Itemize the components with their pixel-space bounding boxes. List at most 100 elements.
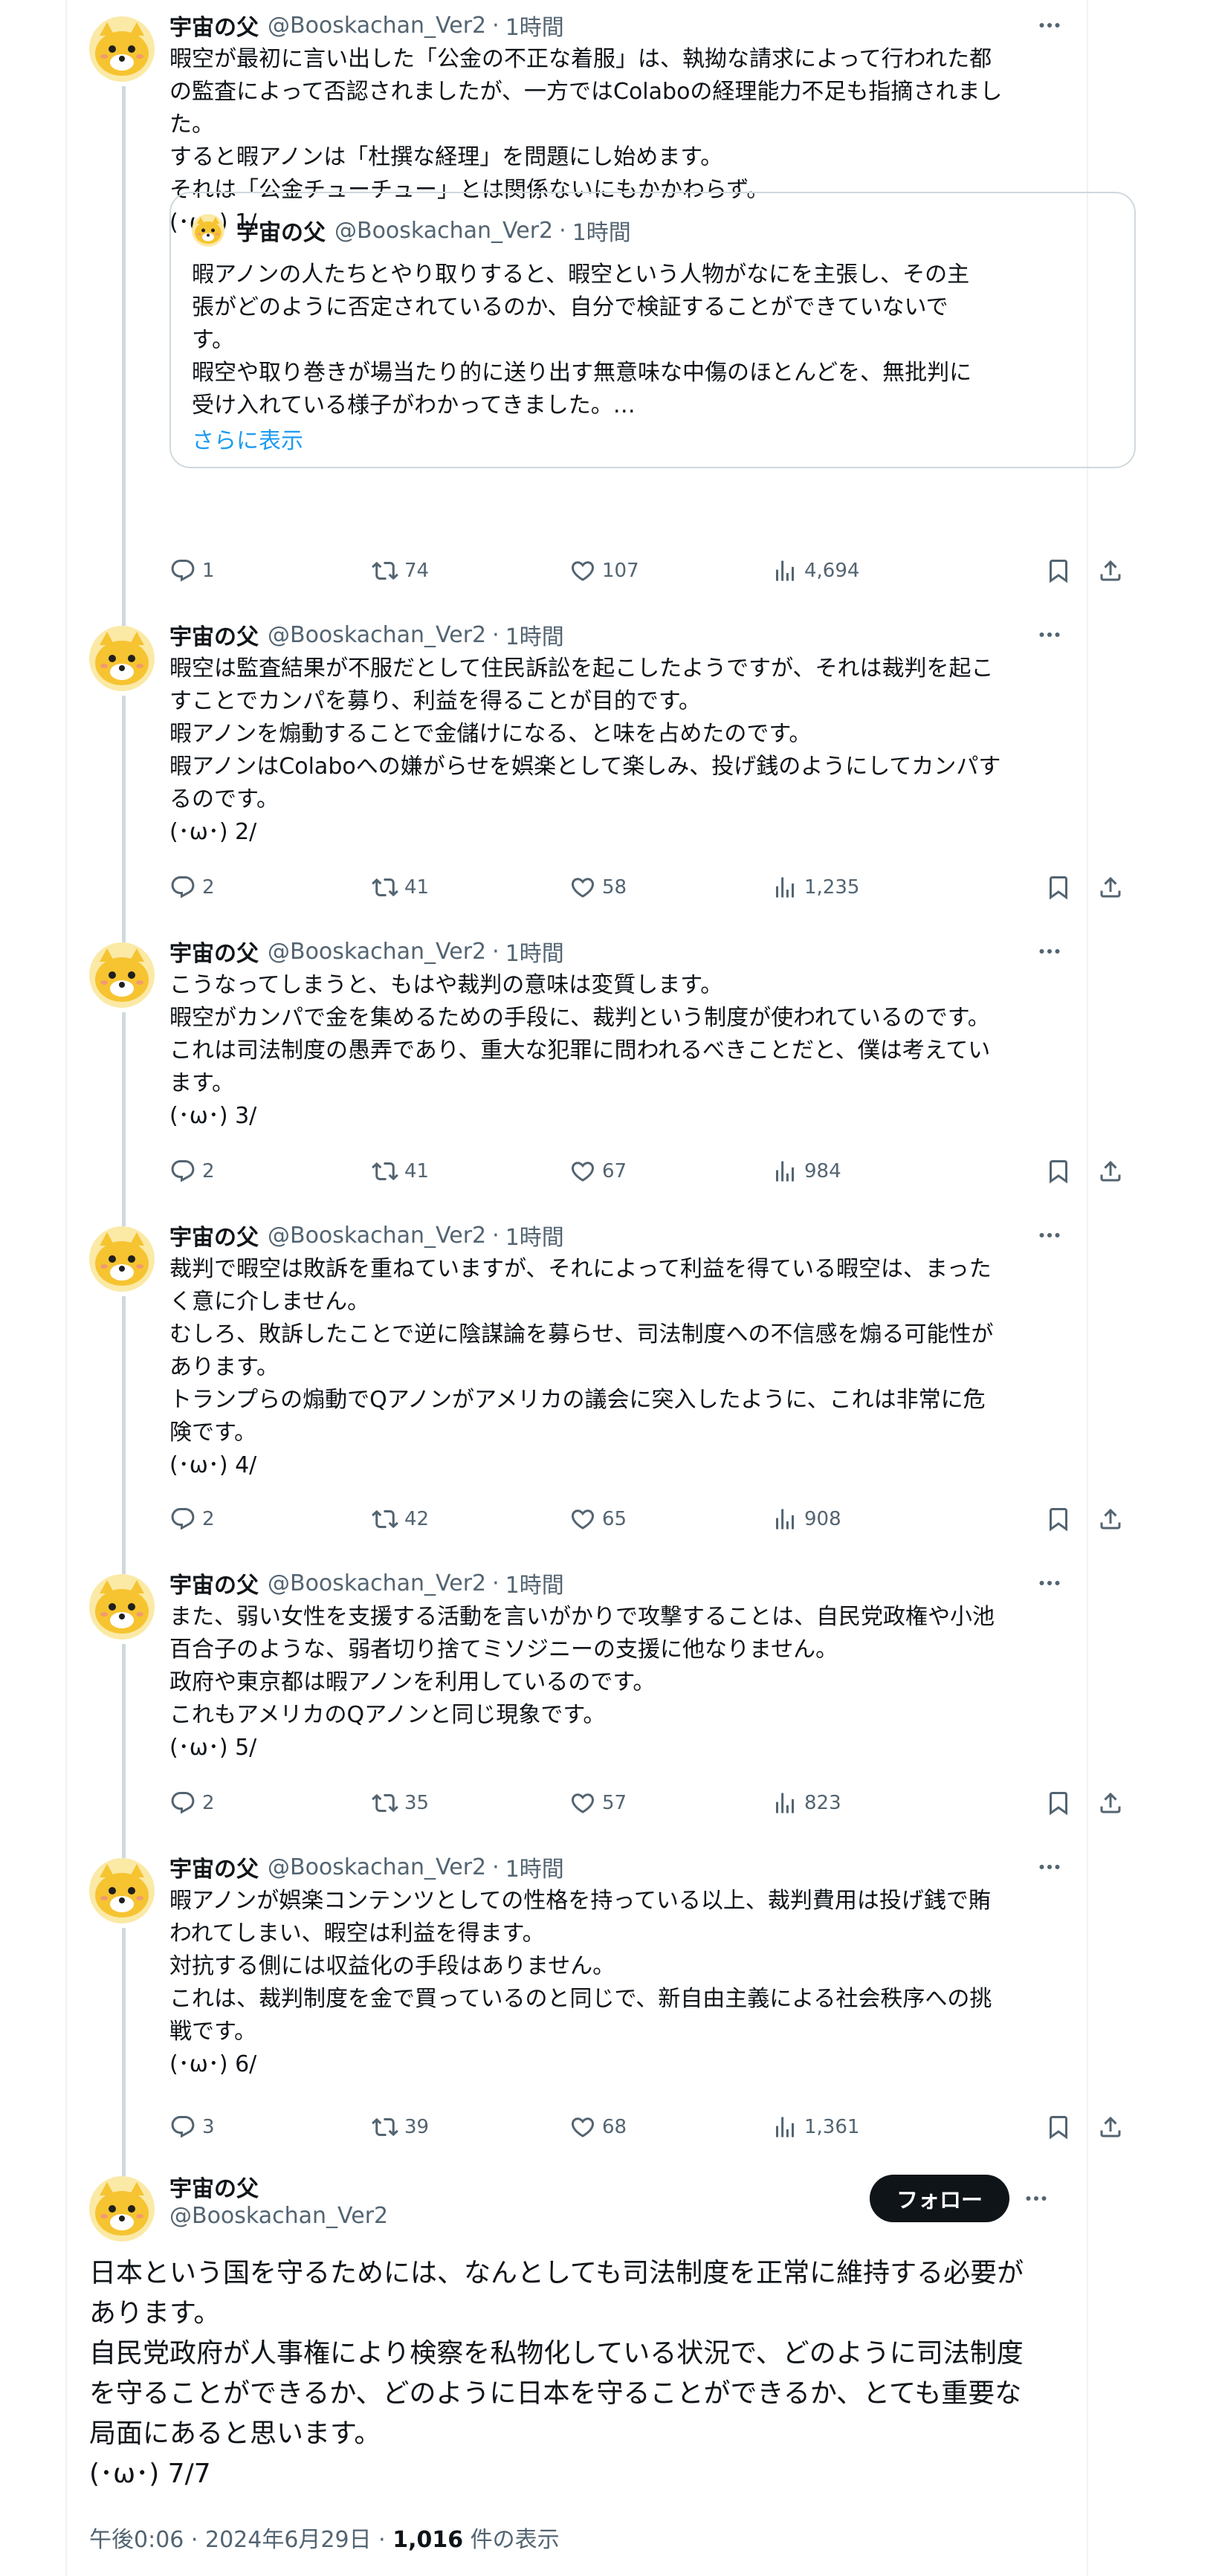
bookmark-button[interactable] [1045,1503,1072,1535]
more-icon[interactable] [1035,936,1064,966]
more-icon[interactable] [1035,1852,1064,1882]
author-handle[interactable]: @Booskachan_Ver2 [268,13,486,39]
retweet-icon [372,2114,404,2140]
retweet-icon [372,1506,404,1533]
share-button[interactable] [1097,1503,1124,1535]
author-handle[interactable]: @Booskachan_Ver2 [268,939,486,965]
avatar [192,214,224,247]
retweet-button[interactable]: 39 [372,2111,429,2143]
views-button[interactable]: 908 [772,1503,841,1535]
views-button[interactable]: 823 [772,1787,841,1819]
retweet-button[interactable]: 41 [372,1155,429,1188]
separator-dot: · [559,217,566,244]
tweet-text: 日本という国を守るためには、なんとしても司法制度を正常に維持する必要が あります… [89,2258,1024,2489]
quoted-tweet-text: 暇アノンの人たちとやり取りすると、暇空という人物がなにを主張し、その主 張がどの… [192,262,972,418]
bookmark-button[interactable] [1045,2111,1072,2143]
reply-icon [169,557,202,584]
avatar[interactable] [89,942,155,1008]
quoted-tweet[interactable]: 宇宙の父 @Booskachan_Ver2 · 1時間 暇アノンの人たちとやり取りすると… [169,192,1136,468]
share-button[interactable] [1097,1155,1124,1188]
share-button[interactable] [1097,871,1124,904]
more-icon[interactable] [1035,10,1064,40]
like-button[interactable]: 67 [569,1155,627,1188]
bookmark-button[interactable] [1045,1155,1072,1188]
follow-button[interactable]: フォロー [870,2175,1009,2222]
avatar[interactable] [89,626,155,691]
author-handle[interactable]: @Booskachan_Ver2 [268,1223,486,1249]
retweet-count: 41 [404,876,430,899]
reply-button[interactable]: 2 [169,1787,215,1819]
reply-button[interactable]: 2 [169,871,215,904]
like-button[interactable]: 57 [569,1787,627,1819]
avatar[interactable] [89,1858,155,1923]
view-count-suffix: 件の表示 [463,2527,560,2553]
like-button[interactable]: 107 [569,554,639,587]
more-icon[interactable] [1021,2184,1051,2213]
avatar[interactable] [89,1226,155,1292]
timestamp[interactable]: 1時間 [505,1851,564,1883]
author-handle[interactable]: @Booskachan_Ver2 [268,622,486,648]
bookmark-button[interactable] [1045,1787,1072,1819]
tweet-header: 宇宙の父 @Booskachan_Ver2 · 1時間 [169,9,1064,42]
retweet-button[interactable]: 42 [372,1503,429,1535]
like-button[interactable]: 65 [569,1503,627,1535]
author-handle[interactable]: @Booskachan_Ver2 [268,1570,486,1596]
heart-icon [569,1158,602,1185]
more-icon[interactable] [1035,1220,1064,1250]
views-button[interactable]: 984 [772,1155,841,1188]
timestamp: 1時間 [572,220,631,246]
tweet: 宇宙の父 @Booskachan_Ver2 · 1時間 暇アノンが娯楽コンテンツとしての… [67,1842,1121,2163]
bookmark-button[interactable] [1045,554,1072,587]
timestamp[interactable]: 1時間 [505,618,564,651]
views-button[interactable]: 4,694 [772,554,859,587]
like-count: 65 [602,1508,627,1530]
views-button[interactable]: 1,235 [772,871,859,904]
avatar[interactable] [89,16,155,82]
retweet-count: 39 [404,2116,430,2138]
author-name[interactable]: 宇宙の父 [169,1219,259,1252]
author-name[interactable]: 宇宙の父 [169,1851,259,1883]
like-button[interactable]: 68 [569,2111,627,2143]
author-name[interactable]: 宇宙の父 [169,618,259,651]
avatar[interactable] [89,2176,155,2242]
avatar[interactable] [89,1574,155,1640]
more-icon[interactable] [1035,1568,1064,1598]
separator-dot: · [492,1854,500,1880]
author-name[interactable]: 宇宙の父 [169,1567,259,1599]
share-button[interactable] [1097,554,1124,587]
views-button[interactable]: 1,361 [772,2111,859,2143]
tweet-actions: 2 41 58 1,235 [169,871,1136,904]
tweet-header: 宇宙の父 @Booskachan_Ver2 · 1時間 [169,1567,1064,1599]
retweet-button[interactable]: 74 [372,554,429,587]
retweet-button[interactable]: 35 [372,1787,429,1819]
author-handle[interactable]: @Booskachan_Ver2 [169,2203,388,2229]
reply-button[interactable]: 2 [169,1155,215,1188]
author-name[interactable]: 宇宙の父 [169,935,259,968]
like-count: 58 [602,876,627,899]
author-handle[interactable]: @Booskachan_Ver2 [268,1854,486,1880]
author-name[interactable]: 宇宙の父 [169,2170,259,2203]
bookmark-button[interactable] [1045,871,1072,904]
timestamp[interactable]: 午後0:06 · 2024年6月29日 · [89,2527,392,2553]
timestamp[interactable]: 1時間 [505,935,564,968]
reply-button[interactable]: 3 [169,2111,215,2143]
reply-button[interactable]: 2 [169,1503,215,1535]
retweet-button[interactable]: 41 [372,871,429,904]
like-button[interactable]: 58 [569,871,627,904]
timestamp[interactable]: 1時間 [505,9,564,42]
share-button[interactable] [1097,1787,1124,1819]
replie-count: 2 [202,876,215,899]
timestamp[interactable]: 1時間 [505,1567,564,1599]
reply-icon [169,1506,202,1533]
heart-icon [569,557,602,584]
timestamp[interactable]: 1時間 [505,1219,564,1252]
tweet-actions: 2 41 67 984 [169,1155,1136,1188]
share-button[interactable] [1097,2111,1124,2143]
retweet-count: 41 [404,1160,430,1182]
show-more-link[interactable]: さらに表示 [192,422,303,455]
view-count: 823 [804,1792,841,1814]
more-icon[interactable] [1035,620,1064,650]
author-name[interactable]: 宇宙の父 [169,9,259,42]
tweet: 宇宙の父 @Booskachan_Ver2 · 1時間 裁判で暇空は敗訴を重ねていますが… [67,1210,1121,1558]
reply-button[interactable]: 1 [169,554,215,587]
